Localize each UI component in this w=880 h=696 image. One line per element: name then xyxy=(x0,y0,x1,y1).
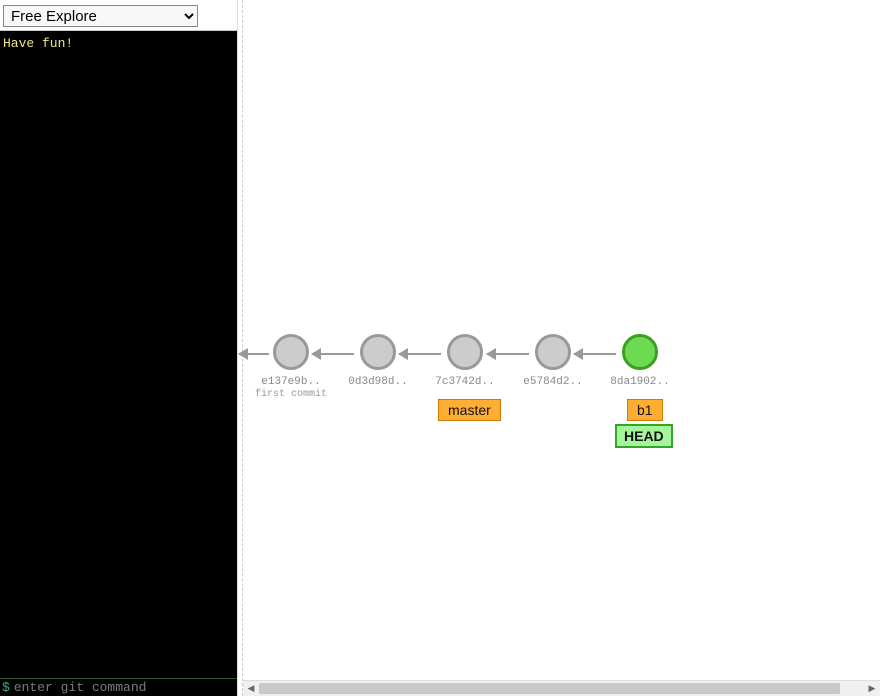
branch-tag-b1[interactable]: b1 xyxy=(627,399,663,421)
left-panel: Free Explore Have fun! $ xyxy=(0,0,237,696)
commit-node[interactable]: 7c3742d.. xyxy=(420,334,510,388)
terminal-output: Have fun! xyxy=(0,31,237,678)
dropdown-bar: Free Explore xyxy=(0,0,237,31)
commit-hash: 7c3742d.. xyxy=(435,376,494,388)
commit-node[interactable]: e137e9b.. first commit xyxy=(246,334,336,400)
commit-circle xyxy=(360,334,396,370)
commit-hash: 0d3d98d.. xyxy=(348,376,407,388)
scrollbar-track[interactable] xyxy=(259,681,864,696)
commit-node[interactable]: e5784d2.. xyxy=(508,334,598,388)
branch-tag-master[interactable]: master xyxy=(438,399,501,421)
commit-circle-head xyxy=(622,334,658,370)
scroll-left-icon[interactable]: ◀ xyxy=(243,681,259,696)
commit-circle xyxy=(273,334,309,370)
mode-dropdown[interactable]: Free Explore xyxy=(3,5,198,27)
commit-hash: e5784d2.. xyxy=(523,376,582,388)
prompt-symbol: $ xyxy=(0,680,14,695)
head-tag[interactable]: HEAD xyxy=(615,424,673,448)
commit-circle xyxy=(535,334,571,370)
commit-hash: e137e9b.. xyxy=(261,376,320,388)
graph-panel: e137e9b.. first commit 0d3d98d.. 7c3742d… xyxy=(243,0,880,696)
commit-node[interactable]: 0d3d98d.. xyxy=(333,334,423,388)
scrollbar-thumb[interactable] xyxy=(259,683,840,694)
commit-hash: 8da1902.. xyxy=(610,376,669,388)
scroll-right-icon[interactable]: ▶ xyxy=(864,681,880,696)
commit-node[interactable]: 8da1902.. xyxy=(595,334,685,388)
prompt-bar: $ xyxy=(0,678,237,696)
command-input[interactable] xyxy=(14,680,237,695)
commit-circle xyxy=(447,334,483,370)
horizontal-scrollbar[interactable]: ◀ ▶ xyxy=(243,680,880,696)
commit-message: first commit xyxy=(255,389,327,400)
terminal-line: Have fun! xyxy=(3,36,234,51)
graph-area[interactable]: e137e9b.. first commit 0d3d98d.. 7c3742d… xyxy=(243,0,880,680)
